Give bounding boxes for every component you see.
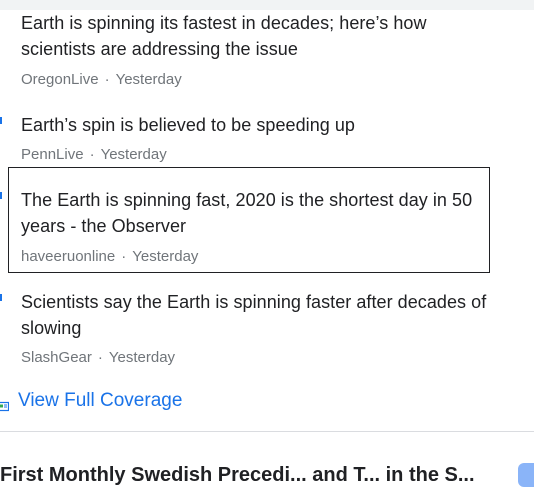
article-title[interactable]: Scientists say the Earth is spinning fas… xyxy=(21,289,491,341)
article-meta: PennLive · Yesterday xyxy=(21,146,167,164)
article-time: Yesterday xyxy=(132,248,199,265)
meta-separator: · xyxy=(89,146,95,163)
bullet-tick xyxy=(0,192,2,199)
article-meta: haveeruonline · Yesterday xyxy=(21,248,198,266)
article-time: Yesterday xyxy=(115,71,182,88)
meta-separator: · xyxy=(97,349,103,366)
article-source: PennLive xyxy=(21,146,84,163)
corner-button[interactable] xyxy=(518,463,534,487)
article-meta: SlashGear · Yesterday xyxy=(21,349,175,367)
view-full-coverage-label[interactable]: View Full Coverage xyxy=(18,390,182,412)
meta-separator: · xyxy=(121,248,127,265)
article-source: SlashGear xyxy=(21,349,92,366)
article-time: Yesterday xyxy=(100,146,167,163)
bullet-tick xyxy=(0,294,2,301)
full-coverage-icon xyxy=(0,396,10,411)
top-strip xyxy=(0,0,534,10)
article-title[interactable]: The Earth is spinning fast, 2020 is the … xyxy=(21,187,491,239)
meta-separator: · xyxy=(104,71,110,88)
article-time: Yesterday xyxy=(108,349,176,366)
view-full-coverage-link[interactable]: View Full Coverage xyxy=(0,389,182,413)
article-title[interactable]: Earth’s spin is believed to be speeding … xyxy=(21,112,491,138)
article-title[interactable]: Earth is spinning its fastest in decades… xyxy=(21,10,491,62)
bullet-tick xyxy=(0,117,2,124)
section-divider xyxy=(0,431,534,432)
article-source: haveeruonline xyxy=(21,248,116,265)
article-source: OregonLive xyxy=(21,71,99,88)
next-story-title[interactable]: First Monthly Swedish Precedi... and T..… xyxy=(0,463,475,487)
article-meta: OregonLive · Yesterday xyxy=(21,71,182,89)
